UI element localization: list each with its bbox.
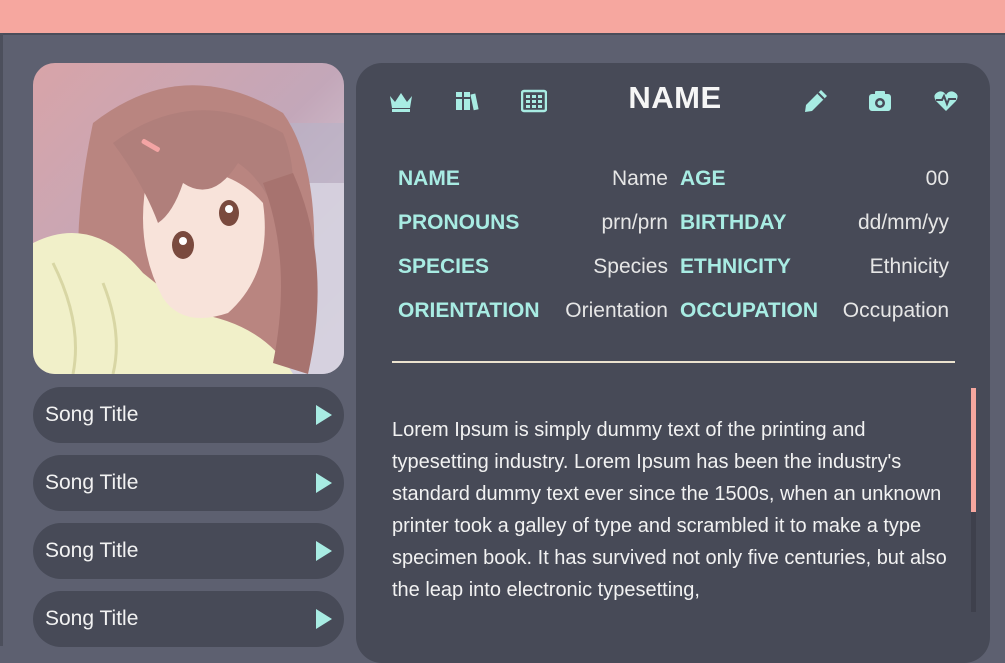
books-icon[interactable]: [454, 88, 480, 114]
name-label: NAME: [398, 167, 460, 190]
camera-icon[interactable]: [867, 88, 893, 114]
species-value: Species: [593, 255, 668, 278]
pencil-icon[interactable]: [803, 88, 829, 114]
occupation-label: OCCUPATION: [680, 299, 819, 322]
song-item[interactable]: Song Title: [33, 591, 344, 647]
scrollbar-thumb[interactable]: [971, 388, 976, 512]
species-label: SPECIES: [398, 255, 490, 278]
frame-border: [0, 33, 3, 646]
play-icon[interactable]: [316, 473, 332, 493]
birthday-label: BIRTHDAY: [680, 211, 787, 234]
ethnicity-label: ETHNICITY: [680, 255, 791, 278]
abacus-icon[interactable]: [521, 88, 547, 114]
song-item[interactable]: Song Title: [33, 387, 344, 443]
heartbeat-icon[interactable]: [933, 88, 959, 114]
song-item[interactable]: Song Title: [33, 523, 344, 579]
play-icon[interactable]: [316, 609, 332, 629]
song-title: Song Title: [45, 539, 139, 562]
age-label: AGE: [680, 167, 726, 190]
occupation-value: Occupation: [842, 299, 949, 322]
play-icon[interactable]: [316, 541, 332, 561]
song-title: Song Title: [45, 403, 139, 426]
birthday-value: dd/mm/yy: [857, 211, 949, 234]
orientation-label: ORIENTATION: [398, 299, 540, 322]
play-icon[interactable]: [316, 405, 332, 425]
page-title: NAME: [628, 80, 722, 115]
name-value: Name: [611, 167, 668, 190]
pronouns-label: PRONOUNS: [398, 211, 520, 234]
description-text: Lorem Ipsum is simply dummy text of the …: [392, 419, 947, 601]
ethnicity-value: Ethnicity: [869, 255, 949, 278]
top-banner: [0, 0, 1005, 35]
age-value: 00: [925, 167, 949, 190]
crown-icon[interactable]: [388, 88, 414, 114]
orientation-value: Orientation: [565, 299, 668, 322]
song-title: Song Title: [45, 607, 139, 630]
song-title: Song Title: [45, 471, 139, 494]
character-avatar: [33, 63, 344, 374]
pronouns-value: prn/prn: [601, 211, 668, 234]
song-item[interactable]: Song Title: [33, 455, 344, 511]
section-divider: [392, 361, 955, 363]
